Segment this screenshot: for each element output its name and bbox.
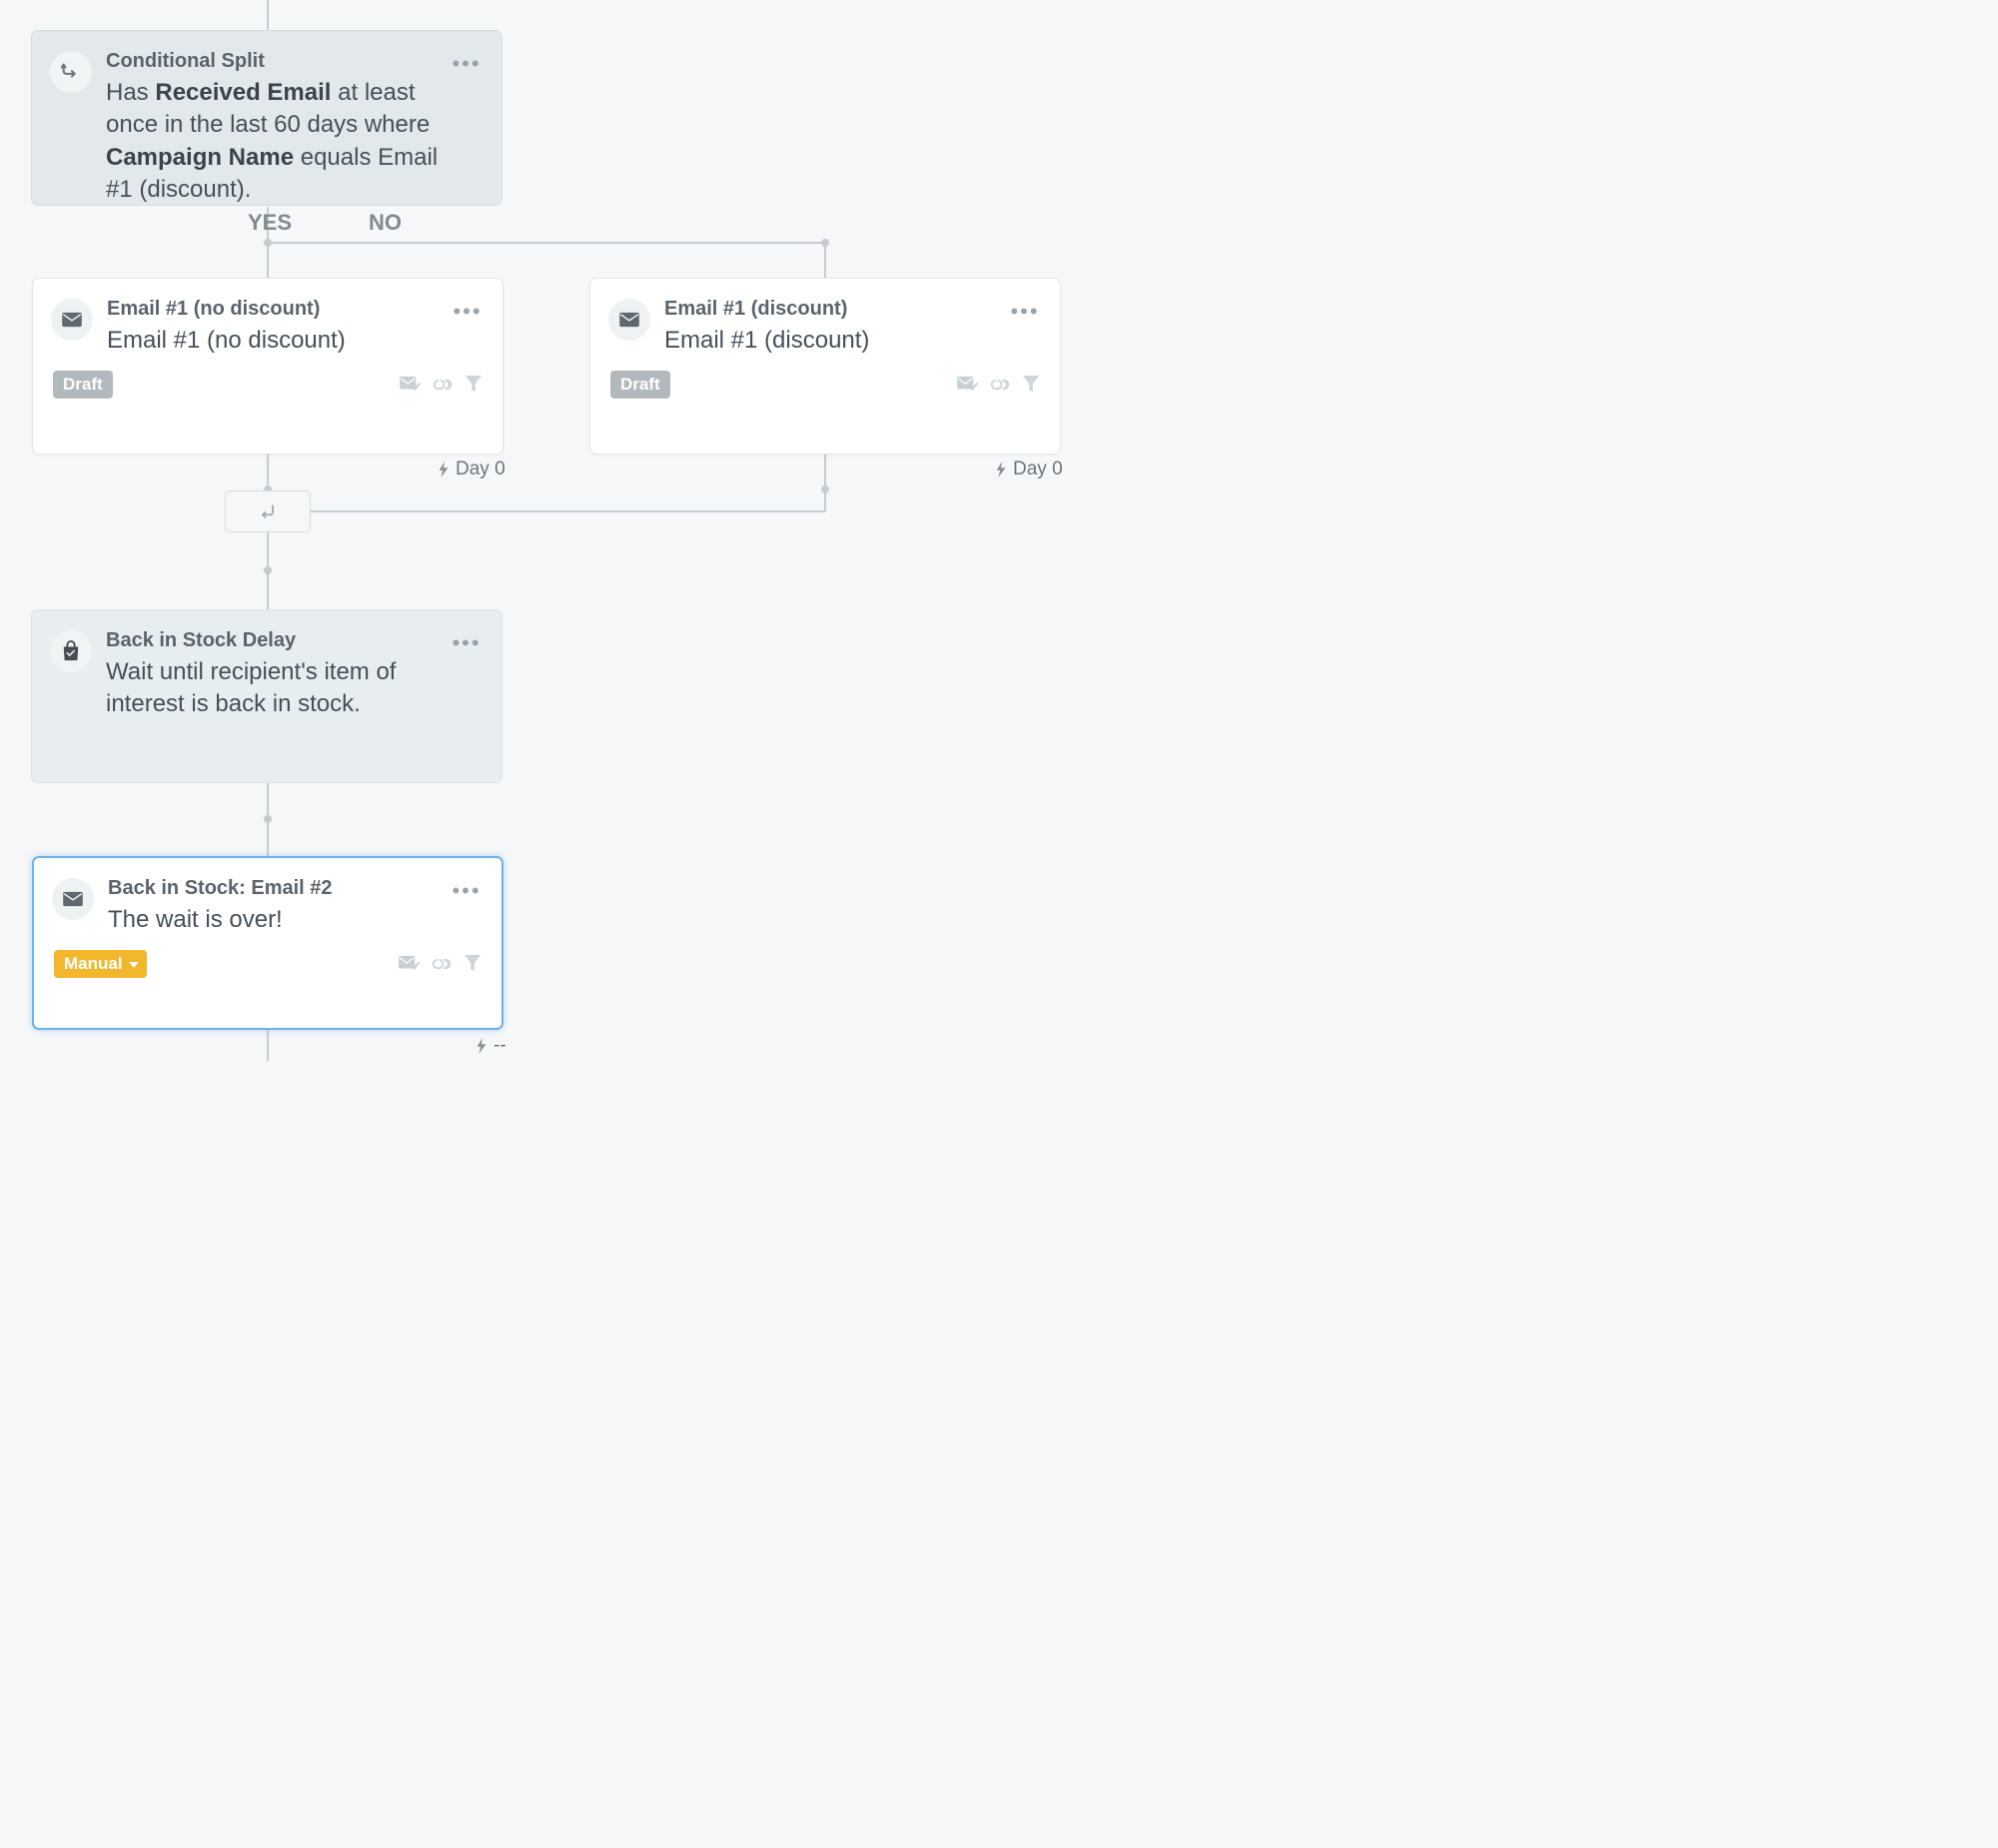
status-badge-draft: Draft (610, 371, 670, 399)
email-2-subject: The wait is over! (108, 904, 452, 936)
card-footer-icons (956, 375, 1040, 395)
card-footer-icons (398, 954, 482, 974)
conditional-split-icon (50, 51, 92, 93)
link-icon[interactable] (990, 375, 1010, 395)
day-label-email-2: -- (476, 1035, 506, 1057)
email-no-discount-title: Email #1 (no discount) (107, 297, 453, 321)
day-label-discount: Day 0 (995, 459, 1063, 480)
more-menu-icon[interactable]: ••• (453, 299, 483, 325)
branch-label-no: NO (369, 210, 402, 236)
link-icon[interactable] (432, 954, 452, 974)
more-menu-icon[interactable]: ••• (452, 51, 482, 77)
link-icon[interactable] (433, 375, 453, 395)
more-menu-icon[interactable]: ••• (452, 630, 482, 656)
shopping-bag-icon (50, 630, 92, 672)
merge-node[interactable] (225, 490, 311, 532)
day-label-no-discount: Day 0 (438, 459, 505, 480)
email-discount-title: Email #1 (discount) (664, 297, 1010, 321)
more-menu-icon[interactable]: ••• (452, 878, 482, 904)
smart-sending-icon[interactable] (398, 955, 420, 973)
smart-sending-icon[interactable] (399, 376, 421, 394)
more-menu-icon[interactable]: ••• (1010, 299, 1040, 325)
email-2-card[interactable]: Back in Stock: Email #2 The wait is over… (32, 856, 503, 1030)
email-2-title: Back in Stock: Email #2 (108, 876, 452, 900)
card-footer-icons (399, 375, 483, 395)
filter-icon[interactable] (464, 954, 482, 974)
conditional-split-card[interactable]: Conditional Split Has Received Email at … (31, 30, 502, 206)
filter-icon[interactable] (465, 375, 483, 395)
lightning-icon (438, 462, 450, 477)
merge-icon (258, 501, 278, 521)
email-discount-card[interactable]: Email #1 (discount) Email #1 (discount) … (589, 278, 1061, 455)
lightning-icon (476, 1038, 488, 1054)
back-in-stock-delay-title: Back in Stock Delay (106, 628, 452, 652)
email-no-discount-subject: Email #1 (no discount) (107, 325, 453, 357)
status-badge-draft: Draft (53, 371, 113, 399)
branch-label-yes: YES (248, 210, 292, 236)
envelope-icon (51, 299, 93, 341)
envelope-icon (608, 299, 650, 341)
email-no-discount-card[interactable]: Email #1 (no discount) Email #1 (no disc… (32, 278, 503, 455)
envelope-icon (52, 878, 94, 920)
filter-icon[interactable] (1022, 375, 1040, 395)
flow-canvas[interactable]: Conditional Split Has Received Email at … (0, 0, 1147, 1061)
back-in-stock-delay-description: Wait until recipient's item of interest … (106, 656, 436, 721)
conditional-split-description: Has Received Email at least once in the … (106, 77, 452, 207)
status-badge-manual[interactable]: Manual (54, 950, 147, 978)
email-discount-subject: Email #1 (discount) (664, 325, 1010, 357)
lightning-icon (995, 462, 1007, 477)
conditional-split-title: Conditional Split (106, 49, 452, 73)
back-in-stock-delay-card[interactable]: Back in Stock Delay Wait until recipient… (31, 609, 502, 783)
smart-sending-icon[interactable] (956, 376, 978, 394)
